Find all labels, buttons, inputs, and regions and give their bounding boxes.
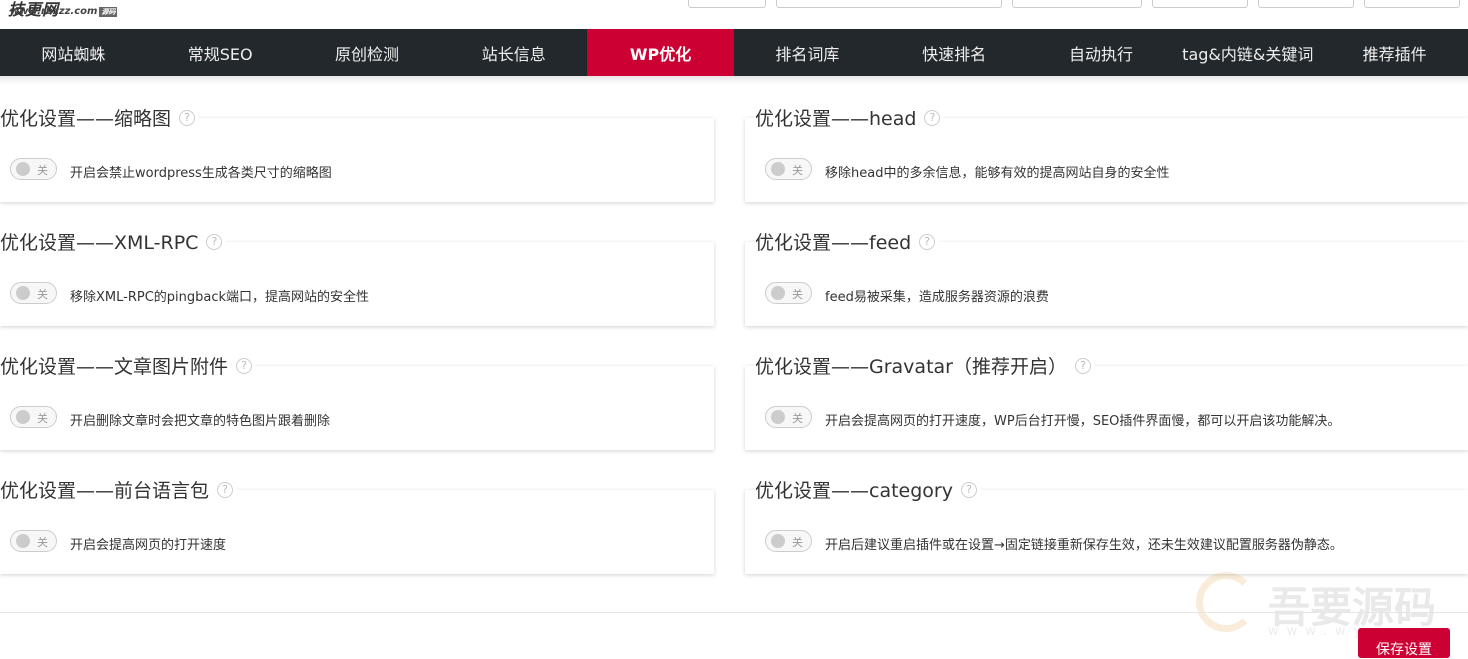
xmlrpc-toggle[interactable]: 关: [10, 282, 57, 304]
section-title-text: 优化设置——head: [755, 108, 917, 130]
site-logo[interactable]: 技更网 www.rbzzz.com 源码: [8, 0, 118, 20]
setting-description: 开启后建议重启插件或在设置→固定链接重新保存生效，还未生效建议配置服务器伪静态。: [825, 538, 1343, 553]
feed-toggle[interactable]: 关: [765, 282, 812, 304]
main-nav: 网站蜘蛛 常规SEO 原创检测 站长信息 WP优化 排名词库 快速排名 自动执行…: [0, 29, 1468, 76]
save-settings-button[interactable]: 保存设置: [1358, 628, 1450, 658]
toggle-label: 关: [792, 164, 803, 177]
gravatar-toggle[interactable]: 关: [765, 406, 812, 428]
section-title-text: 优化设置——文章图片附件: [0, 356, 229, 378]
setting-description: 移除head中的多余信息，能够有效的提高网站自身的安全性: [825, 166, 1170, 181]
logo-tag: 源码: [99, 7, 118, 17]
toggle-knob: [16, 286, 30, 300]
toggle-label: 关: [37, 164, 48, 177]
toggle-knob: [16, 410, 30, 424]
attachments-toggle[interactable]: 关: [10, 406, 57, 428]
top-control-4[interactable]: [1152, 0, 1248, 8]
toggle-label: 关: [37, 536, 48, 549]
section-title: 优化设置——head?: [755, 104, 945, 131]
section-title: 优化设置——category?: [755, 476, 981, 503]
watermark-logo-icon: [1196, 572, 1256, 632]
section-title: 优化设置——XML-RPC?: [0, 228, 227, 255]
setting-description: 开启会提高网页的打开速度，WP后台打开慢，SEO插件界面慢，都可以开启该功能解决…: [825, 414, 1341, 429]
nav-item-fast-ranking[interactable]: 快速排名: [881, 29, 1028, 76]
section-title: 优化设置——文章图片附件?: [0, 352, 257, 379]
section-title-text: 优化设置——feed: [755, 232, 912, 254]
help-icon[interactable]: ?: [960, 481, 977, 498]
section-title: 优化设置——前台语言包?: [0, 476, 238, 503]
toggle-knob: [771, 286, 785, 300]
help-icon[interactable]: ?: [924, 109, 941, 126]
section-title-text: 优化设置——Gravatar（推荐开启）: [755, 356, 1067, 378]
section-title-text: 优化设置——前台语言包: [0, 480, 210, 502]
divider: [0, 612, 1468, 613]
top-bar: 技更网 www.rbzzz.com 源码: [0, 0, 1468, 29]
nav-item-seo[interactable]: 常规SEO: [147, 29, 294, 76]
help-icon[interactable]: ?: [179, 109, 196, 126]
nav-item-ranking-words[interactable]: 排名词库: [734, 29, 881, 76]
nav-item-auto-exec[interactable]: 自动执行: [1028, 29, 1175, 76]
section-title-text: 优化设置——XML-RPC: [0, 232, 199, 254]
head-toggle[interactable]: 关: [765, 158, 812, 180]
help-icon[interactable]: ?: [217, 481, 234, 498]
toggle-knob: [771, 162, 785, 176]
nav-item-tag-links[interactable]: tag&内链&关键词: [1174, 29, 1321, 76]
top-control-5[interactable]: [1258, 0, 1354, 8]
help-icon[interactable]: ?: [919, 233, 936, 250]
toggle-label: 关: [792, 536, 803, 549]
toggle-knob: [16, 162, 30, 176]
setting-description: 开启删除文章时会把文章的特色图片跟着删除: [70, 414, 331, 429]
top-control-2[interactable]: [776, 0, 1002, 8]
nav-item-original-check[interactable]: 原创检测: [294, 29, 441, 76]
category-toggle[interactable]: 关: [765, 530, 812, 552]
setting-description: 移除XML-RPC的pingback端口，提高网站的安全性: [70, 290, 370, 305]
nav-item-recommended-plugins[interactable]: 推荐插件: [1321, 29, 1468, 76]
section-title: 优化设置——缩略图?: [0, 104, 200, 131]
help-icon[interactable]: ?: [1074, 357, 1091, 374]
toggle-label: 关: [37, 412, 48, 425]
section-title: 优化设置——feed?: [755, 228, 940, 255]
top-control-6[interactable]: [1364, 0, 1460, 8]
section-title-text: 优化设置——category: [755, 480, 953, 502]
nav-shadow: [0, 76, 1468, 84]
toggle-label: 关: [792, 288, 803, 301]
nav-item-spider[interactable]: 网站蜘蛛: [0, 29, 147, 76]
nav-item-wp-optimize[interactable]: WP优化: [587, 29, 734, 76]
logo-url: www.rbzzz.com: [10, 6, 98, 17]
top-control-3[interactable]: [1012, 0, 1142, 8]
top-control-1[interactable]: [688, 0, 766, 8]
setting-description: feed易被采集，造成服务器资源的浪费: [825, 290, 1049, 305]
section-title-text: 优化设置——缩略图: [0, 108, 172, 130]
thumbnail-toggle[interactable]: 关: [10, 158, 57, 180]
watermark-url: www.wy: [1268, 624, 1370, 639]
nav-item-webmaster-info[interactable]: 站长信息: [440, 29, 587, 76]
setting-description: 开启会禁止wordpress生成各类尺寸的缩略图: [70, 166, 332, 181]
section-title: 优化设置——Gravatar（推荐开启）?: [755, 352, 1095, 379]
toggle-label: 关: [37, 288, 48, 301]
language-pack-toggle[interactable]: 关: [10, 530, 57, 552]
help-icon[interactable]: ?: [206, 233, 223, 250]
setting-description: 开启会提高网页的打开速度: [70, 538, 227, 553]
toggle-knob: [771, 534, 785, 548]
toggle-knob: [16, 534, 30, 548]
toggle-knob: [771, 410, 785, 424]
help-icon[interactable]: ?: [236, 357, 253, 374]
toggle-label: 关: [792, 412, 803, 425]
